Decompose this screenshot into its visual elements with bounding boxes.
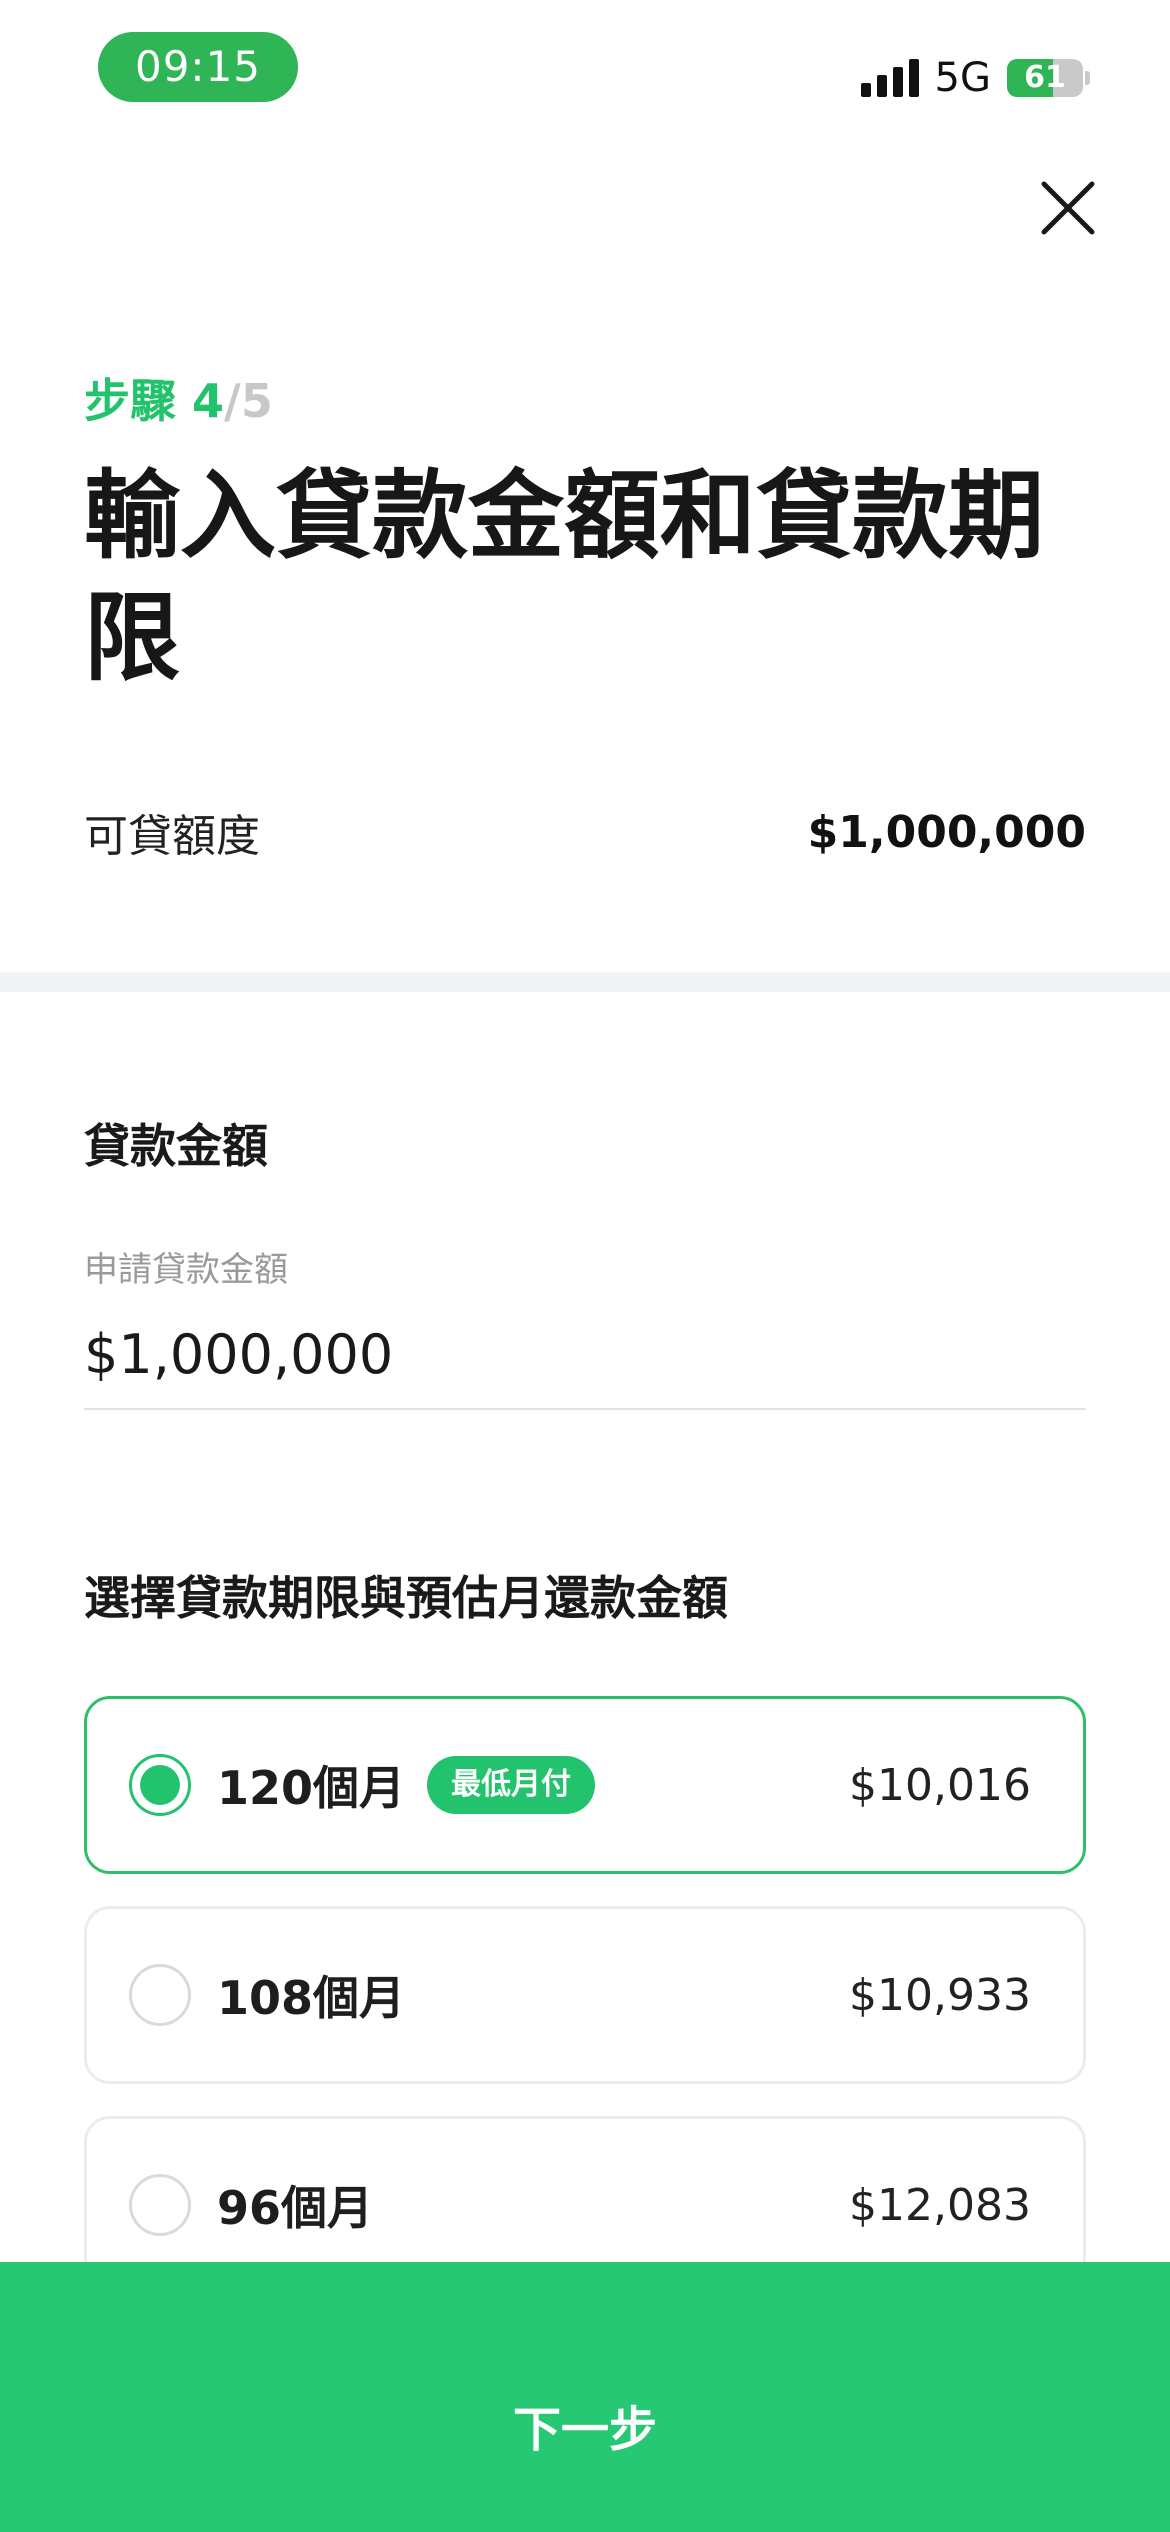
status-bar: 09:15 5G 61: [0, 0, 1170, 140]
radio-button[interactable]: [129, 1754, 191, 1816]
credit-limit-row: 可貸額度 $1,000,000: [84, 800, 1086, 864]
next-button[interactable]: 下一步: [0, 2262, 1170, 2532]
term-option-list: 120個月 最低月付 $10,016 108個月 $10,933 96個月 $1…: [84, 1696, 1086, 2326]
section-divider: [0, 972, 1170, 992]
credit-limit-label: 可貸額度: [84, 811, 260, 862]
credit-limit-value: $1,000,000: [807, 806, 1086, 858]
loan-amount-field-label: 申請貸款金額: [84, 1250, 288, 1290]
step-total: /5: [224, 374, 273, 428]
radio-button[interactable]: [129, 1964, 191, 2026]
monthly-payment: $10,016: [849, 1759, 1031, 1811]
step-current: 4: [192, 374, 225, 428]
radio-button[interactable]: [129, 2174, 191, 2236]
battery-cap: [1085, 71, 1090, 85]
term-label: 120個月: [217, 1761, 406, 1815]
status-time: 09:15: [98, 32, 298, 102]
term-label: 108個月: [217, 1971, 406, 2025]
page-title: 輸入貸款金額和貸款期限: [84, 460, 1044, 694]
lowest-payment-badge: 最低月付: [427, 1756, 596, 1814]
status-indicators: 5G 61: [860, 48, 1090, 108]
battery-level: 61: [1024, 60, 1066, 95]
monthly-payment: $10,933: [849, 1969, 1031, 2021]
term-label: 96個月: [217, 2181, 374, 2235]
close-button[interactable]: [1030, 170, 1106, 246]
step-indicator: 步驟 4/5: [84, 365, 273, 431]
close-icon: [1041, 181, 1095, 235]
term-option-120[interactable]: 120個月 最低月付 $10,016: [84, 1696, 1086, 1874]
next-button-label: 下一步: [512, 2402, 657, 2458]
step-label: 步驟: [84, 374, 176, 428]
term-option-108[interactable]: 108個月 $10,933: [84, 1906, 1086, 2084]
loan-amount-title: 貸款金額: [84, 1119, 268, 1173]
signal-icon: [860, 59, 919, 97]
battery-icon: 61: [1007, 59, 1083, 97]
loan-amount-input[interactable]: [84, 1300, 1086, 1410]
loan-term-title: 選擇貸款期限與預估月還款金額: [84, 1571, 728, 1625]
monthly-payment: $12,083: [849, 2179, 1031, 2231]
network-type: 5G: [934, 55, 991, 101]
